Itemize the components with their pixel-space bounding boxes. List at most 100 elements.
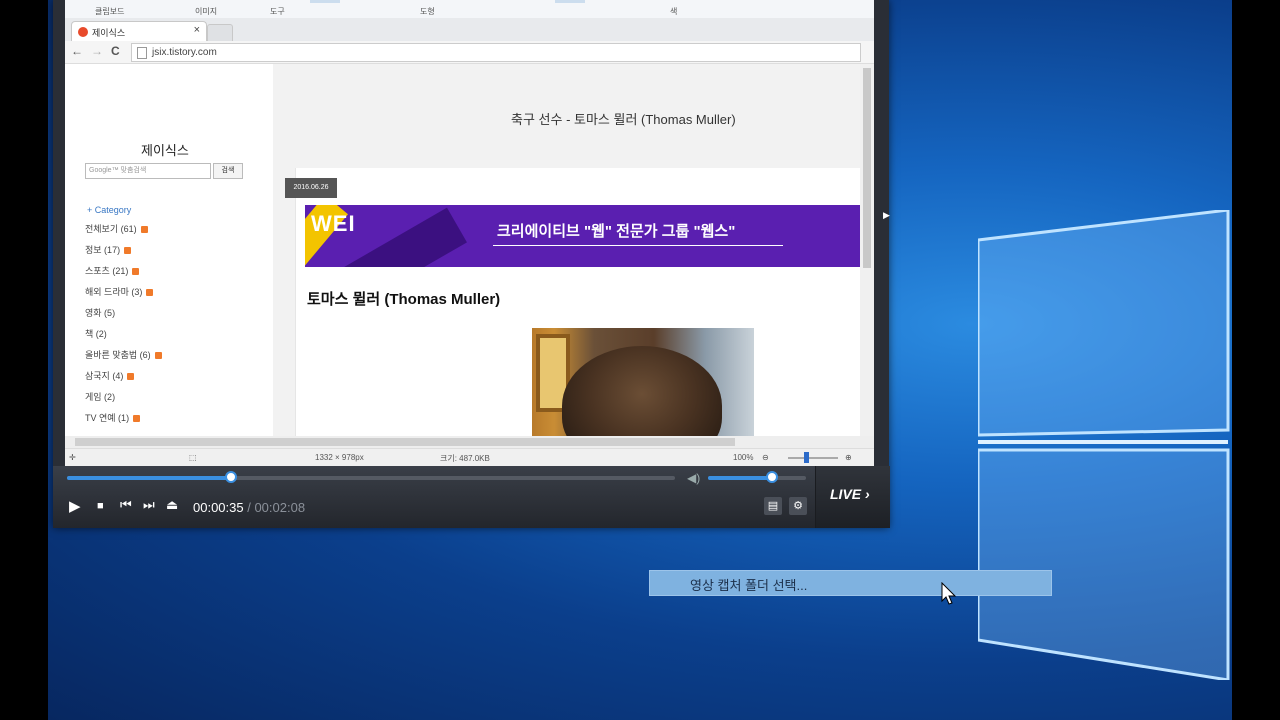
letterbox-left [0,0,48,720]
previous-button[interactable]: ⏮ [120,497,132,513]
letterbox-right [1232,0,1280,720]
media-player-window: 클립보드 이미지 도구 도형 색 제이식스 × ← → C jsix.tisto… [53,0,890,528]
reload-icon[interactable]: C [111,44,120,58]
category-item[interactable]: 스포츠 (21) [85,264,162,285]
windows-logo [976,208,1232,682]
category-item[interactable]: 정보 (17) [85,243,162,264]
category-item[interactable]: 영화 (5) [85,306,162,327]
rss-icon[interactable] [154,352,162,360]
rss-icon[interactable] [127,373,135,381]
time-display: 00:00:35 / 00:02:08 [193,500,305,515]
eject-button[interactable]: ⏏ [166,497,178,513]
mouse-cursor-icon [941,582,957,605]
canvas-dimensions: 1332 × 978px [315,453,364,462]
zoom-slider[interactable] [788,457,838,459]
blog-title[interactable]: 제이식스 [141,140,189,159]
back-icon[interactable]: ← [71,44,83,58]
live-label: LIVE › [830,486,870,502]
rss-icon[interactable] [132,268,140,276]
blog-search-button[interactable]: 검색 [213,163,243,179]
rss-icon[interactable] [140,226,148,234]
category-label: 해외 드라마 (3) [85,287,143,297]
category-header[interactable]: + Category [87,205,131,215]
seek-bar[interactable] [67,471,675,483]
rss-icon[interactable] [124,247,132,255]
tab-title: 제이식스 [92,28,126,38]
rss-icon[interactable] [146,289,154,297]
file-size: 크기: 487.0KB [440,454,490,463]
zoom-level: 100% [733,453,754,462]
category-label: 영화 (5) [85,308,116,318]
url-text: jsix.tistory.com [152,47,217,58]
volume-icon[interactable]: ◀) [687,471,700,485]
address-bar: ← → C jsix.tistory.com [65,41,874,64]
category-item[interactable]: 전체보기 (61) [85,222,162,243]
page-icon [137,47,147,59]
settings-button[interactable]: ⚙ [789,497,807,515]
category-item[interactable]: 삼국지 (4) [85,369,162,390]
category-label: 스포츠 (21) [85,266,129,276]
tistory-favicon-icon [78,27,88,37]
tab-close-icon[interactable]: × [194,24,200,36]
paint-status-bar: ✛ ⬚ 1332 × 978px 크기: 487.0KB 100% ⊖ ⊕ [65,448,874,466]
browser-tab[interactable]: 제이식스 × [71,21,207,42]
zoom-out-icon[interactable]: ⊖ [762,453,769,462]
blog-search-input[interactable]: Google™ 맞춤검색 [85,163,211,179]
category-item[interactable]: TV 연예 (1) [85,411,162,432]
category-item[interactable]: 게임 (2) [85,390,162,411]
horizontal-scrollbar[interactable] [65,436,874,448]
category-item[interactable]: 올바른 맞춤법 (6) [85,348,162,369]
panel-handle-icon[interactable]: ▶ [883,210,890,222]
banner-logo: WEI [311,211,356,236]
paint-ribbon: 클립보드 이미지 도구 도형 색 [65,0,874,19]
category-label: 삼국지 (4) [85,371,124,381]
seek-progress [67,476,232,480]
browser-tab-strip: 제이식스 × [65,18,874,42]
blog-sidebar: 제이식스 Google™ 맞춤검색 검색 + Category 전체보기 (61… [65,64,273,436]
move-icon: ✛ [69,453,76,462]
ribbon-group-colors: 색 [670,7,678,16]
stop-button[interactable]: ■ [97,500,104,512]
selection-icon: ⬚ [189,453,197,462]
article-heading: 토마스 뮐러 (Thomas Muller) [307,291,501,308]
capture-folder-tooltip[interactable]: 영상 캡처 폴더 선택... [649,570,1052,596]
volume-thumb[interactable] [765,471,778,483]
category-list: 전체보기 (61) 정보 (17) 스포츠 (21) 해외 드라마 (3) 영화 (5)… [85,222,162,432]
category-label: 게임 (2) [85,392,116,402]
category-label: 전체보기 (61) [85,224,137,234]
post-date: 2016.06.26 [285,178,337,198]
volume-slider[interactable] [708,471,806,483]
current-time: 00:00:35 [193,500,244,515]
zoom-in-icon[interactable]: ⊕ [845,453,852,462]
category-item[interactable]: 해외 드라마 (3) [85,285,162,306]
category-item[interactable]: 책 (2) [85,327,162,348]
new-tab-button[interactable] [207,24,233,41]
next-button[interactable]: ⏭ [143,497,155,513]
total-duration: 00:02:08 [254,500,306,515]
category-label: 정보 (17) [85,245,121,255]
play-button[interactable]: ▶ [69,497,81,515]
playlist-button[interactable]: ▤ [764,497,782,515]
zoom-slider-thumb[interactable] [804,452,809,463]
web-page: 제이식스 Google™ 맞춤검색 검색 + Category 전체보기 (61… [65,64,860,436]
category-label: 올바른 맞춤법 (6) [85,350,151,360]
ribbon-group-tools: 도구 [270,7,285,16]
time-separator: / [243,500,255,515]
category-label: TV 연예 (1) [85,413,130,423]
ribbon-group-shapes: 도형 [420,7,435,16]
forward-icon[interactable]: → [91,44,103,58]
ribbon-group-clipboard: 클립보드 [95,7,125,16]
seek-thumb[interactable] [225,471,238,483]
volume-level [708,476,772,480]
webs-banner[interactable]: WEI 크리에이티브 "웹" 전문가 그룹 "웹스" [305,205,860,267]
url-input[interactable]: jsix.tistory.com [131,43,861,62]
search-placeholder: Google™ 맞춤검색 [89,167,147,174]
category-label: 책 (2) [85,329,107,339]
player-photo [532,328,754,436]
ribbon-group-image: 이미지 [195,7,218,16]
video-frame: 클립보드 이미지 도구 도형 색 제이식스 × ← → C jsix.tisto… [65,0,874,466]
live-button[interactable]: LIVE › [815,466,890,528]
vertical-scrollbar[interactable] [860,64,874,436]
rss-icon[interactable] [133,415,141,423]
capture-folder-label: 영상 캡처 폴더 선택... [690,578,808,593]
